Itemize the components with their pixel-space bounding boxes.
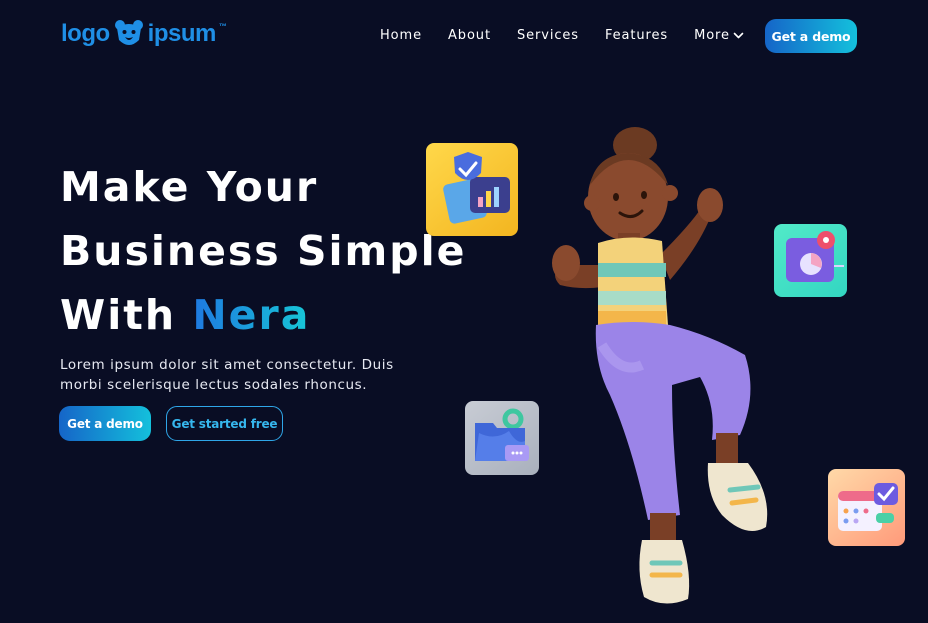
headline-line-2: Business Simple <box>60 227 467 275</box>
brand-logo[interactable]: logo ipsum ™ <box>61 18 227 50</box>
hero-get-demo-button[interactable]: Get a demo <box>59 406 151 441</box>
headline-line-3: With Nera <box>60 283 467 347</box>
get-started-free-button[interactable]: Get started free <box>166 406 283 441</box>
shield-chart-tile <box>426 143 518 236</box>
shield-chart-icon <box>443 152 510 224</box>
nav-get-demo-button[interactable]: Get a demo <box>765 19 857 53</box>
headline-line-1: Make Your <box>60 163 319 211</box>
nav-item-features[interactable]: Features <box>605 28 668 43</box>
hero-description: Lorem ipsum dolor sit amet consectetur. … <box>60 357 394 393</box>
main-nav: Home About Services Features More <box>380 28 744 43</box>
chevron-down-icon <box>733 32 744 38</box>
nav-item-services[interactable]: Services <box>517 28 579 43</box>
headline-accent: Nera <box>192 291 311 339</box>
3d-character-illustration <box>552 127 768 604</box>
folder-icon <box>475 408 529 461</box>
nav-item-home[interactable]: Home <box>380 28 422 43</box>
bear-head-icon <box>114 20 143 45</box>
nav-item-about[interactable]: About <box>448 28 491 43</box>
calendar-check-icon <box>838 483 898 531</box>
hero-headline: Make Your Business Simple With Nera <box>60 155 467 347</box>
headline-prefix: With <box>60 291 177 339</box>
nav-more-label: More <box>694 28 730 43</box>
calendar-tile <box>828 469 905 546</box>
folder-tile <box>465 401 539 475</box>
logo-text-right: ipsum <box>147 20 217 47</box>
nav-item-more[interactable]: More <box>694 28 744 43</box>
logo-text-left: logo <box>61 20 110 47</box>
logo-trademark: ™ <box>218 22 227 31</box>
